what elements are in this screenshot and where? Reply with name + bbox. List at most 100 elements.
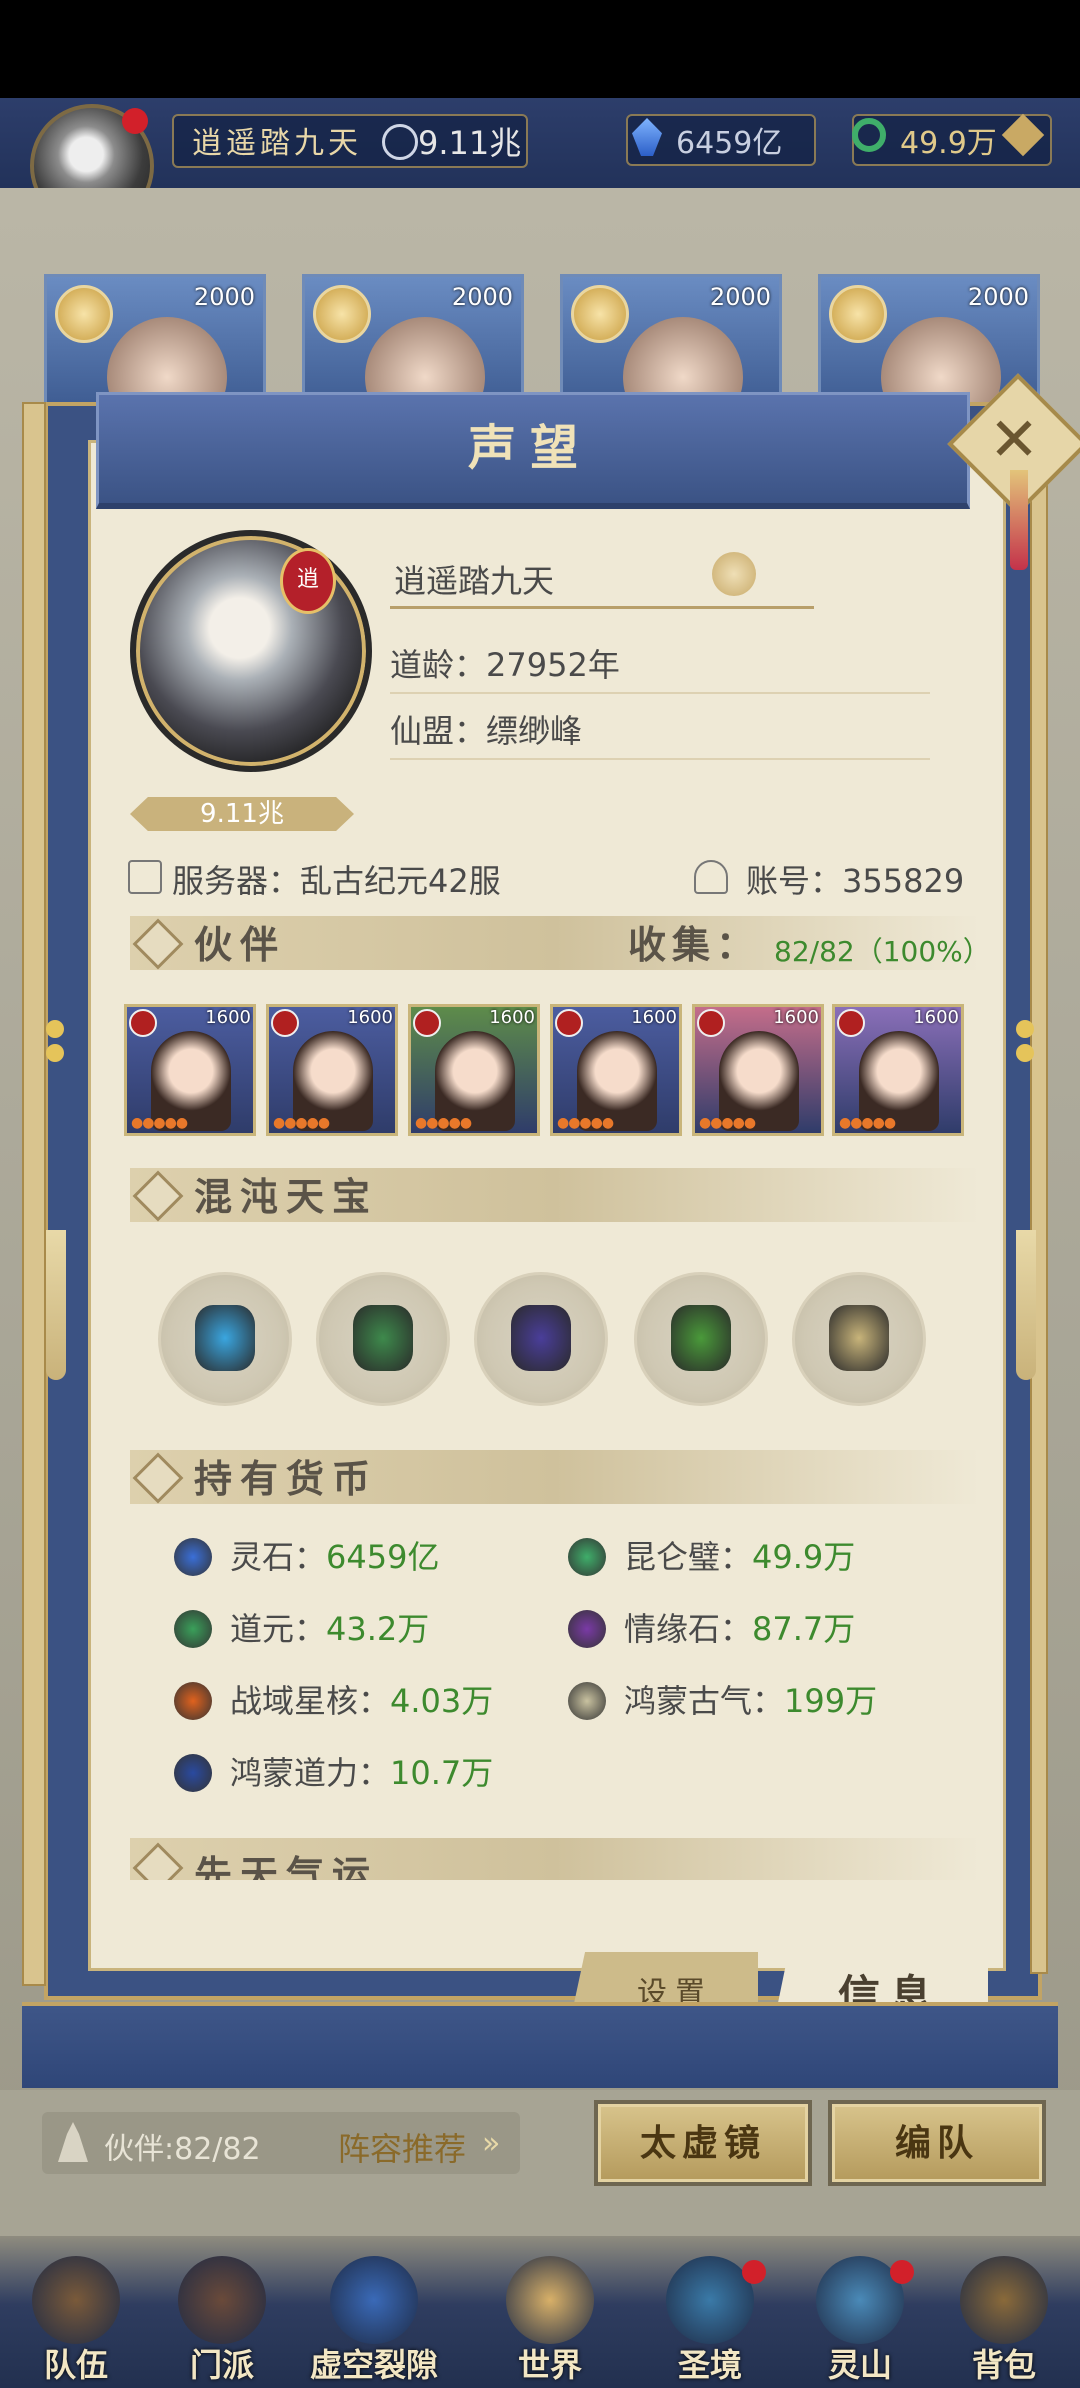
partner-card[interactable]: 1600 ●●●●● [692, 1004, 824, 1136]
notification-dot [122, 108, 148, 134]
collect-label: 收集： [628, 922, 761, 967]
dao-power-icon [174, 1754, 212, 1792]
server-label: 服务器： [172, 862, 301, 900]
recommend-link[interactable]: 阵容推荐 [338, 2124, 466, 2170]
nav-item[interactable]: 世界 [490, 2238, 610, 2388]
treasure-slot[interactable] [474, 1272, 608, 1406]
currency-value: 49.9万 [752, 1538, 856, 1576]
star-rating-icon: ●●●●● [415, 1115, 472, 1131]
nav-item[interactable]: 队伍 [16, 2238, 136, 2388]
partner-level: 1600 [631, 1007, 677, 1028]
partner-count: 伙伴:82/82 [104, 2132, 261, 2167]
nav-icon [666, 2256, 754, 2344]
server-row: 服务器：乱古纪元42服 [172, 856, 501, 902]
ornament-bead [1016, 1044, 1034, 1062]
alliance-value: 缥缈峰 [486, 712, 583, 750]
nav-label: 灵山 [827, 2346, 892, 2384]
partner-level: 1600 [205, 1007, 251, 1028]
element-icon [697, 1009, 725, 1037]
nav-icon [32, 2256, 120, 2344]
top-card[interactable]: 2000 [560, 274, 782, 410]
player-name: 逍遥踏九天 [192, 126, 362, 161]
nav-item[interactable]: 背包 [944, 2238, 1064, 2388]
spirit-stone-value: 6459亿 [676, 126, 783, 161]
chevron-right-icon[interactable]: » [482, 2126, 500, 2161]
nav-item[interactable]: 门派 [162, 2238, 282, 2388]
treasure-slot[interactable] [158, 1272, 292, 1406]
notification-dot [742, 2260, 766, 2284]
currency-value: 43.2万 [326, 1610, 430, 1648]
currency-row: 情缘石：87.7万 [624, 1604, 855, 1650]
spirit-stone-icon [174, 1538, 212, 1576]
partner-card[interactable]: 1600 ●●●●● [408, 1004, 540, 1136]
seal-badge: 逍 [280, 548, 336, 614]
partner-card[interactable]: 1600 ●●●●● [832, 1004, 964, 1136]
power-icon [382, 124, 418, 160]
currency-label: 昆仑璧： [624, 1538, 753, 1576]
edit-brush-icon[interactable] [712, 552, 756, 596]
partner-card[interactable]: 1600 ●●●●● [266, 1004, 398, 1136]
modal-title: 声望 [467, 420, 592, 476]
treasures-title: 混沌天宝 [194, 1174, 379, 1219]
team-button[interactable]: 编队 [828, 2100, 1046, 2186]
nav-label: 虚空裂隙 [309, 2346, 438, 2384]
currency-label: 情缘石： [624, 1610, 753, 1648]
divider [390, 692, 930, 694]
currency-label: 鸿蒙古气： [624, 1682, 785, 1720]
element-icon [555, 1009, 583, 1037]
notification-dot [890, 2260, 914, 2284]
nav-label: 世界 [517, 2346, 582, 2384]
currency-row: 鸿蒙古气：199万 [624, 1676, 877, 1722]
currency-value: 199万 [784, 1682, 878, 1720]
card-value: 2000 [709, 283, 771, 311]
currency-label: 灵石： [230, 1538, 327, 1576]
right-scroll-rod [1030, 470, 1048, 1974]
star-rating-icon: ●●●●● [699, 1115, 756, 1131]
card-value: 2000 [967, 283, 1029, 311]
star-core-icon [174, 1682, 212, 1720]
jade-value: 49.9万 [900, 126, 997, 161]
server-icon [128, 860, 162, 894]
kunlun-jade-icon [568, 1538, 606, 1576]
account-icon [694, 860, 728, 894]
account-value: 355829 [842, 862, 965, 900]
gourd-icon [195, 1305, 255, 1371]
profile-name: 逍遥踏九天 [394, 562, 555, 600]
currency-label: 鸿蒙道力： [230, 1754, 391, 1792]
treasure-slot[interactable] [792, 1272, 926, 1406]
element-icon [271, 1009, 299, 1037]
top-card[interactable]: 2000 [44, 274, 266, 410]
partner-card[interactable]: 1600 ●●●●● [124, 1004, 256, 1136]
nav-icon [178, 2256, 266, 2344]
partner-card[interactable]: 1600 ●●●●● [550, 1004, 682, 1136]
treasure-slot[interactable] [316, 1272, 450, 1406]
server-value: 乱古纪元42服 [300, 862, 501, 900]
alliance-label: 仙盟： [390, 712, 487, 750]
nav-label: 队伍 [43, 2346, 108, 2384]
medal-icon [313, 285, 371, 343]
mirror-button[interactable]: 太虚镜 [594, 2100, 812, 2186]
nav-item[interactable]: 虚空裂隙 [310, 2238, 438, 2388]
currency-row: 昆仑璧：49.9万 [624, 1532, 855, 1578]
top-card[interactable]: 2000 [302, 274, 524, 410]
currency-row: 鸿蒙道力：10.7万 [230, 1748, 493, 1794]
player-portrait[interactable] [130, 530, 372, 772]
dao-age-row: 道龄：27952年 [390, 640, 620, 686]
left-scroll-rod [22, 402, 46, 1986]
cauldron-icon [353, 1305, 413, 1371]
nav-label: 圣境 [677, 2346, 742, 2384]
vase-icon [829, 1305, 889, 1371]
currency-label: 战域星核： [230, 1682, 391, 1720]
account-label: 账号： [746, 862, 843, 900]
account-row: 账号：355829 [746, 856, 964, 902]
medal-icon [55, 285, 113, 343]
currency-value: 10.7万 [390, 1754, 494, 1792]
currency-title: 持有货币 [194, 1456, 379, 1501]
card-value: 2000 [193, 283, 255, 311]
profile-power: 9.11兆 [200, 799, 284, 829]
currency-value: 4.03万 [390, 1682, 494, 1720]
love-stone-icon [568, 1610, 606, 1648]
treasure-slot[interactable] [634, 1272, 768, 1406]
player-power: 9.11兆 [418, 124, 522, 162]
nav-icon [330, 2256, 418, 2344]
